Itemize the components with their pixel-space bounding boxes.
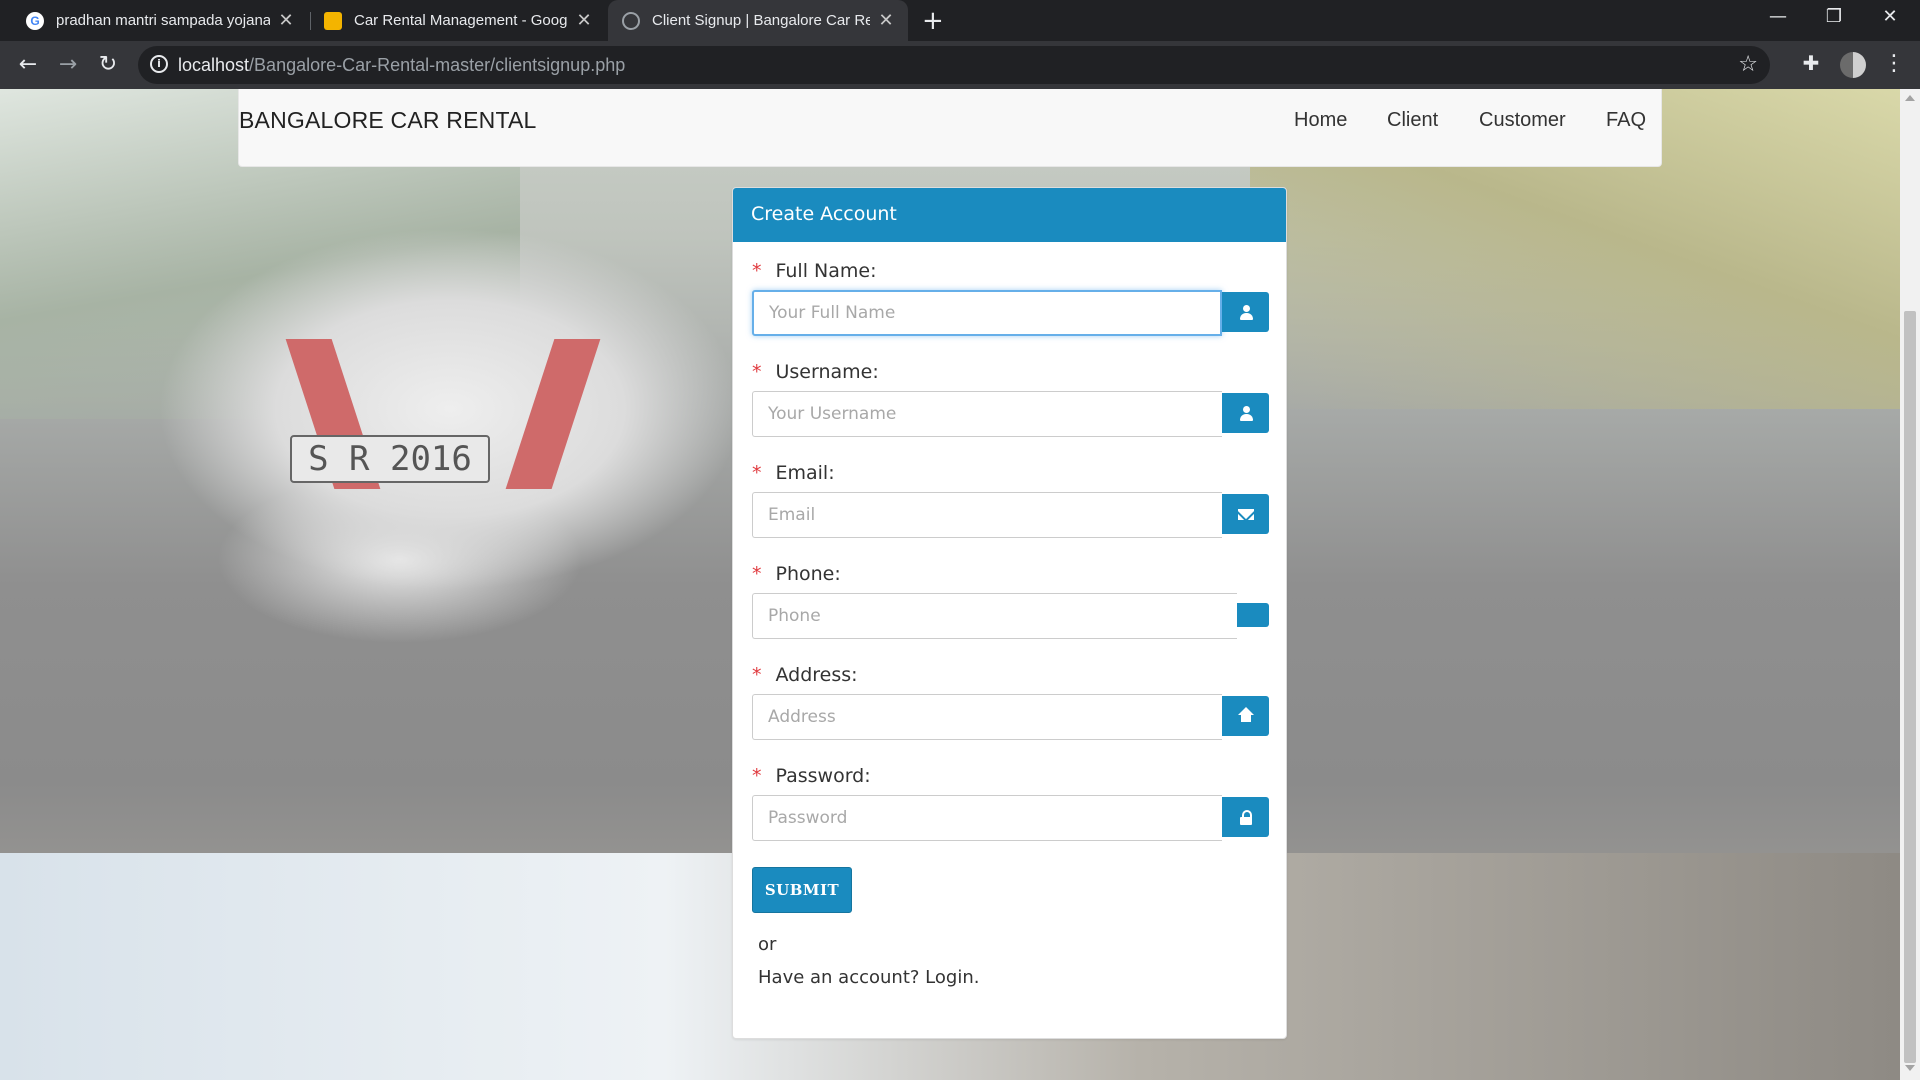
browser-tab-active[interactable]: Client Signup | Bangalore Car Rental ✕ xyxy=(608,0,908,41)
close-tab-icon[interactable]: ✕ xyxy=(576,10,592,31)
scroll-down-arrow-icon[interactable] xyxy=(1905,1065,1915,1071)
menu-kebab-icon[interactable]: ⋮ xyxy=(1880,51,1908,76)
input-addon xyxy=(1222,696,1269,736)
car-stripe xyxy=(505,339,601,489)
email-field: * Email: xyxy=(752,462,1269,538)
address-input[interactable] xyxy=(752,694,1222,740)
required-asterisk: * xyxy=(752,664,762,686)
phone-label: * Phone: xyxy=(752,563,1267,593)
required-asterisk: * xyxy=(752,462,762,484)
input-addon xyxy=(1237,603,1269,627)
google-icon: G xyxy=(26,11,44,30)
submit-button[interactable]: SUBMIT xyxy=(752,867,852,913)
required-asterisk: * xyxy=(752,361,762,383)
tab-title: Car Rental Management - Google xyxy=(354,12,568,29)
browser-tab[interactable]: Car Rental Management - Google ✕ xyxy=(310,0,606,41)
browser-tab[interactable]: G pradhan mantri sampada yojana ✕ xyxy=(12,0,308,41)
field-label-text: Full Name: xyxy=(775,260,877,282)
extensions-puzzle-icon[interactable]: ✚ xyxy=(1797,51,1825,75)
home-icon xyxy=(1237,707,1254,723)
login-link[interactable]: Login. xyxy=(925,967,979,988)
phone-field: * Phone: xyxy=(752,563,1269,639)
site-navbar: BANGALORE CAR RENTAL Home Client Custome… xyxy=(238,89,1662,167)
scroll-up-arrow-icon[interactable] xyxy=(1905,95,1915,101)
close-tab-icon[interactable]: ✕ xyxy=(878,10,894,31)
background-car-image xyxy=(160,159,740,599)
close-window-button[interactable]: ✕ xyxy=(1870,6,1910,27)
password-label: * Password: xyxy=(752,765,1267,795)
login-prompt: Have an account? Login. xyxy=(758,967,979,988)
tab-title: Client Signup | Bangalore Car Rental xyxy=(652,12,870,29)
new-tab-button[interactable]: + xyxy=(922,6,944,36)
browser-tab-bar: G pradhan mantri sampada yojana ✕ Car Re… xyxy=(0,0,1920,41)
restore-button[interactable]: ❐ xyxy=(1814,6,1854,27)
nav-link-home[interactable]: Home xyxy=(1294,109,1347,132)
page-scrollbar[interactable] xyxy=(1900,89,1920,1080)
signup-panel: Create Account * Full Name: * Username: * E… xyxy=(732,187,1287,1039)
url-host: localhost xyxy=(178,55,250,75)
envelope-icon xyxy=(1237,508,1254,520)
site-info-icon[interactable]: i xyxy=(150,55,168,73)
user-icon xyxy=(1239,405,1253,421)
user-icon xyxy=(1239,304,1253,320)
tab-title: pradhan mantri sampada yojana xyxy=(56,12,270,29)
field-label-text: Address: xyxy=(775,664,858,686)
globe-icon xyxy=(622,11,640,30)
site-brand[interactable]: BANGALORE CAR RENTAL xyxy=(239,107,537,134)
browser-toolbar: ← → ↻ i localhost/Bangalore-Car-Rental-m… xyxy=(0,41,1920,89)
input-addon xyxy=(1222,393,1269,433)
or-text: or xyxy=(758,934,777,955)
full-name-input[interactable] xyxy=(752,290,1222,336)
account-prompt-text: Have an account? xyxy=(758,967,920,988)
field-label-text: Username: xyxy=(775,361,879,383)
reload-icon[interactable]: ↻ xyxy=(94,51,122,79)
url-text[interactable]: localhost/Bangalore-Car-Rental-master/cl… xyxy=(178,55,625,76)
forward-arrow-icon[interactable]: → xyxy=(54,51,82,79)
field-label-text: Password: xyxy=(775,765,871,787)
username-field: * Username: xyxy=(752,361,1269,437)
panel-heading: Create Account xyxy=(733,188,1286,242)
input-addon xyxy=(1222,797,1269,837)
required-asterisk: * xyxy=(752,260,762,282)
email-label: * Email: xyxy=(752,462,1267,492)
car-license-plate: S R 2016 xyxy=(290,435,490,483)
email-input[interactable] xyxy=(752,492,1222,538)
required-asterisk: * xyxy=(752,765,762,787)
close-tab-icon[interactable]: ✕ xyxy=(278,10,294,31)
back-arrow-icon[interactable]: ← xyxy=(14,51,42,79)
password-field: * Password: xyxy=(752,765,1269,841)
username-input[interactable] xyxy=(752,391,1222,437)
field-label-text: Phone: xyxy=(775,563,841,585)
field-label-text: Email: xyxy=(775,462,835,484)
lock-icon xyxy=(1239,809,1252,825)
nav-link-customer[interactable]: Customer xyxy=(1479,109,1566,132)
scrollbar-thumb[interactable] xyxy=(1904,311,1916,1063)
nav-link-faq[interactable]: FAQ xyxy=(1606,109,1646,132)
address-label: * Address: xyxy=(752,664,1267,694)
slides-icon xyxy=(324,11,342,30)
required-asterisk: * xyxy=(752,563,762,585)
nav-link-client[interactable]: Client xyxy=(1387,109,1438,132)
full-name-label: * Full Name: xyxy=(752,260,1267,290)
address-field: * Address: xyxy=(752,664,1269,740)
address-bar[interactable]: i localhost/Bangalore-Car-Rental-master/… xyxy=(138,46,1770,84)
input-addon xyxy=(1222,292,1269,332)
password-input[interactable] xyxy=(752,795,1222,841)
bookmark-star-icon[interactable]: ☆ xyxy=(1738,52,1758,77)
username-label: * Username: xyxy=(752,361,1267,391)
minimize-button[interactable]: — xyxy=(1758,6,1798,27)
phone-input[interactable] xyxy=(752,593,1237,639)
full-name-field: * Full Name: xyxy=(752,260,1269,336)
input-addon xyxy=(1222,494,1269,534)
profile-avatar[interactable] xyxy=(1840,52,1866,78)
url-path: /Bangalore-Car-Rental-master/clientsignu… xyxy=(249,55,626,75)
